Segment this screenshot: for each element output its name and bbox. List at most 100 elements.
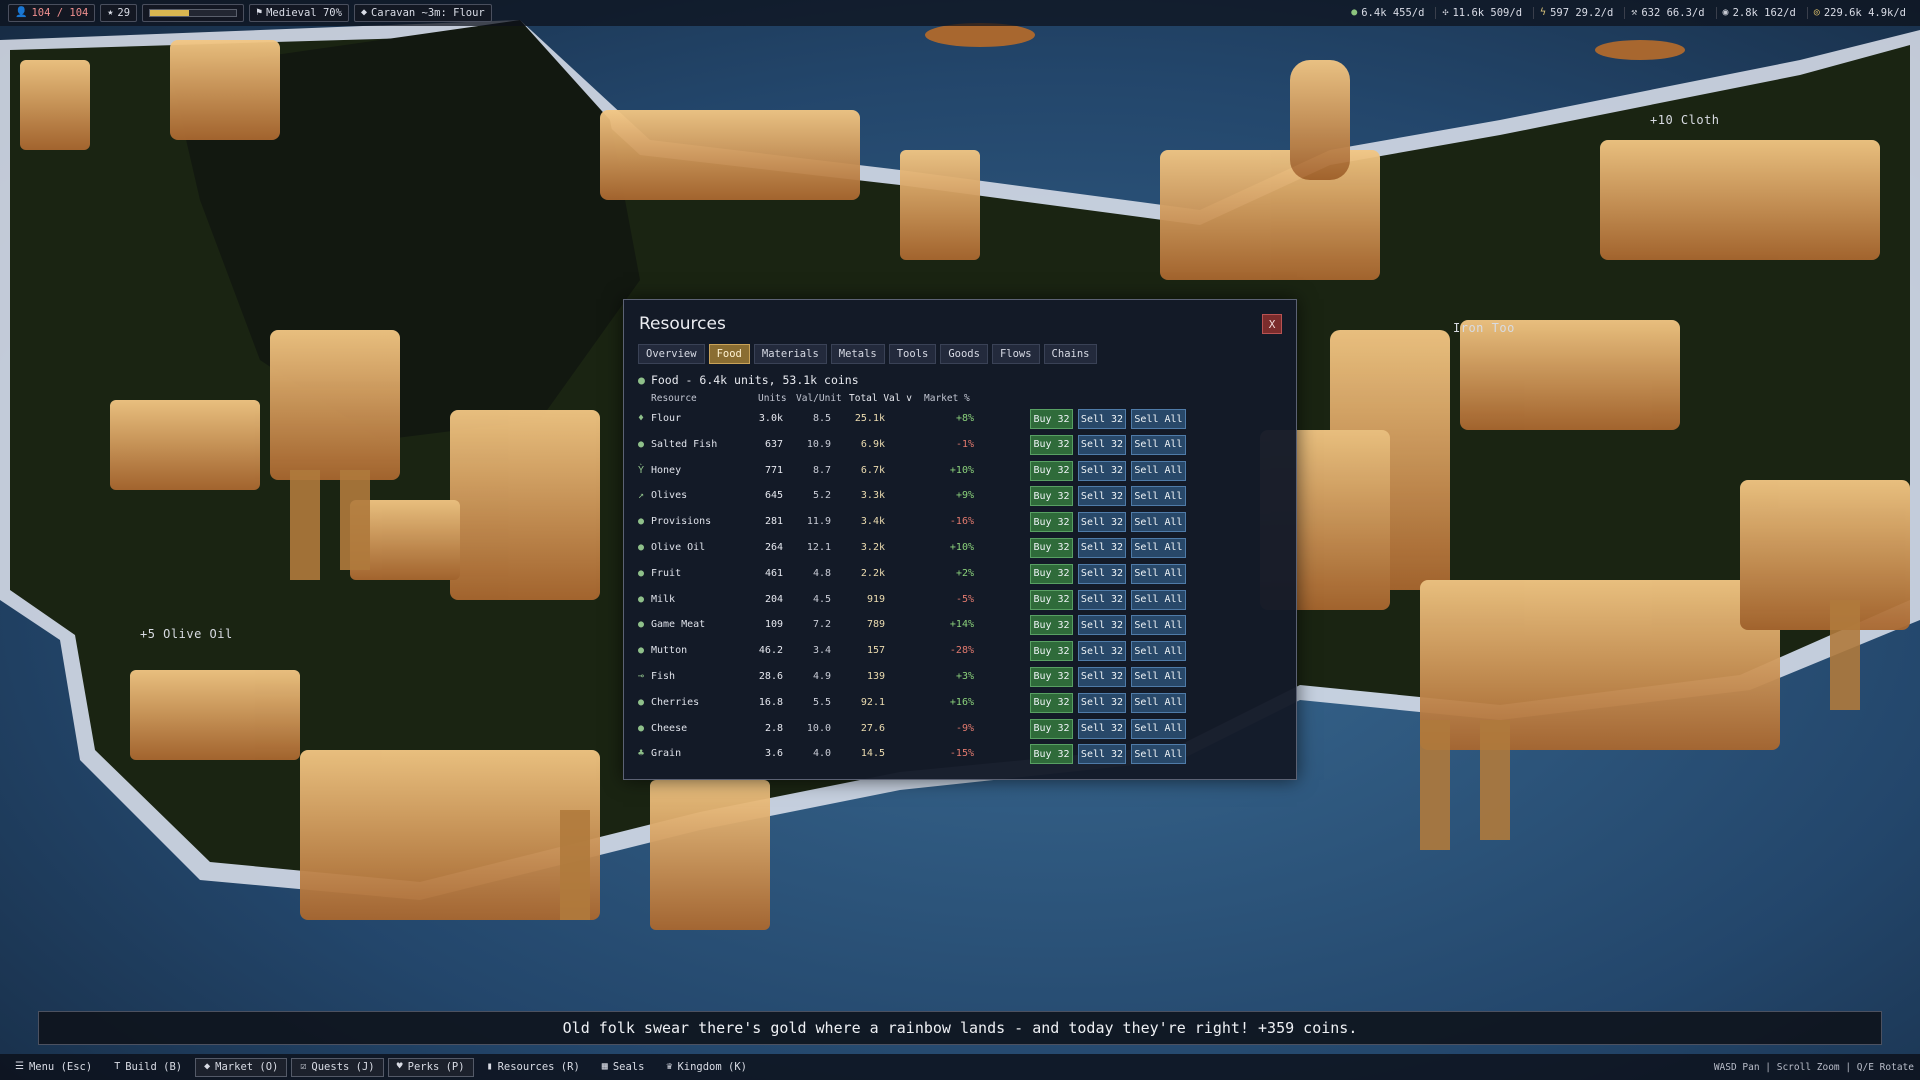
sell-button[interactable]: Sell 32	[1078, 666, 1126, 687]
resource-row: ● Mutton 46.2 3.4 157 -28% Buy 32 Sell 32 Sell A…	[638, 640, 1278, 666]
tab-tools[interactable]: Tools	[888, 344, 937, 364]
tab-flows[interactable]: Flows	[991, 344, 1040, 364]
caravan-value: Caravan ~3m: Flour	[370, 7, 485, 19]
column-header-units[interactable]: Units	[758, 393, 787, 404]
buy-button[interactable]: Buy 32	[1030, 460, 1073, 481]
menu-button[interactable]: ☰ Menu (Esc)	[6, 1058, 101, 1077]
resource-name: Cheese	[651, 722, 688, 734]
sell-all-button[interactable]: Sell All	[1131, 692, 1186, 713]
resource-name: Honey	[651, 464, 682, 476]
population-value: 104 / 104	[31, 7, 89, 19]
flag-icon: ⚑	[256, 7, 263, 18]
column-header-market[interactable]: Market %	[924, 393, 970, 404]
buy-button[interactable]: Buy 32	[1030, 641, 1073, 662]
sell-button[interactable]: Sell 32	[1078, 718, 1126, 739]
buy-button[interactable]: Buy 32	[1030, 666, 1073, 687]
heart-icon: ♥	[396, 1061, 403, 1072]
buy-button[interactable]: Buy 32	[1030, 718, 1073, 739]
sell-all-button[interactable]: Sell All	[1131, 589, 1186, 610]
resource-market-change: +10%	[949, 464, 974, 476]
resource-row: ● Provisions 281 11.9 3.4k -16% Buy 32 Sell 32 S…	[638, 511, 1278, 537]
sell-all-button[interactable]: Sell All	[1131, 615, 1186, 636]
sell-all-button[interactable]: Sell All	[1131, 512, 1186, 533]
resource-market-change: +16%	[949, 696, 974, 708]
market-button[interactable]: ◆ Market (O)	[195, 1057, 288, 1077]
kingdom-button[interactable]: ♛ Kingdom (K)	[657, 1058, 756, 1077]
tab-goods[interactable]: Goods	[940, 344, 988, 364]
food-icon: ●	[1351, 7, 1358, 18]
sell-button[interactable]: Sell 32	[1078, 615, 1126, 636]
resource-stat[interactable]: ϟ 597 29.2/d	[1533, 7, 1619, 19]
perks-button[interactable]: ♥ Perks (P)	[387, 1057, 474, 1077]
buy-button[interactable]: Buy 32	[1030, 744, 1073, 765]
resource-units: 46.2	[758, 645, 783, 657]
buy-button[interactable]: Buy 32	[1030, 615, 1073, 636]
buy-button[interactable]: Buy 32	[1030, 692, 1073, 713]
resource-stat[interactable]: ● 6.4k 455/d	[1345, 7, 1430, 19]
resources-button[interactable]: ▮ Resources (R)	[478, 1058, 589, 1077]
resource-row: ● Cherries 16.8 5.5 92.1 +16% Buy 32 Sell 32 Sel…	[638, 692, 1278, 718]
sell-button[interactable]: Sell 32	[1078, 641, 1126, 662]
resource-value-per-unit: 5.5	[812, 696, 831, 708]
era-indicator[interactable]: ⚑ Medieval 70%	[249, 4, 349, 22]
sell-button[interactable]: Sell 32	[1078, 434, 1126, 455]
seals-button[interactable]: ▦ Seals	[593, 1058, 654, 1077]
buy-button[interactable]: Buy 32	[1030, 589, 1073, 610]
stars-counter[interactable]: ★ 29	[100, 4, 138, 22]
resource-stat[interactable]: ◎ 229.6k 4.9k/d	[1806, 7, 1912, 19]
sell-button[interactable]: Sell 32	[1078, 460, 1126, 481]
caravan-indicator[interactable]: ◆ Caravan ~3m: Flour	[353, 4, 492, 22]
resource-row: Ỳ Honey 771 8.7 6.7k +10% Buy 32 Sell 32 Sell Al…	[638, 460, 1278, 486]
sell-button[interactable]: Sell 32	[1078, 512, 1126, 533]
buy-button[interactable]: Buy 32	[1030, 563, 1073, 584]
cherries-icon: ●	[638, 696, 645, 708]
resource-name: Game Meat	[651, 619, 706, 631]
sell-all-button[interactable]: Sell All	[1131, 563, 1186, 584]
sell-button[interactable]: Sell 32	[1078, 537, 1126, 558]
sell-button[interactable]: Sell 32	[1078, 589, 1126, 610]
build-button[interactable]: T Build (B)	[105, 1058, 191, 1077]
sell-all-button[interactable]: Sell All	[1131, 641, 1186, 662]
goods-icon: ◉	[1722, 7, 1729, 18]
quests-button[interactable]: ☑ Quests (J)	[291, 1057, 384, 1077]
sell-all-button[interactable]: Sell All	[1131, 460, 1186, 481]
close-button[interactable]: X	[1262, 314, 1282, 334]
buy-button[interactable]: Buy 32	[1030, 434, 1073, 455]
tab-overview[interactable]: Overview	[638, 344, 705, 364]
population-counter[interactable]: 👤 104 / 104	[8, 4, 96, 22]
sell-all-button[interactable]: Sell All	[1131, 409, 1186, 429]
resource-value-per-unit: 10.0	[806, 722, 831, 734]
chart-icon: ▮	[486, 1061, 493, 1072]
sell-button[interactable]: Sell 32	[1078, 409, 1126, 429]
resource-row: ● Game Meat 109 7.2 789 +14% Buy 32 Sell 32 Sell…	[638, 614, 1278, 640]
sell-all-button[interactable]: Sell All	[1131, 434, 1186, 455]
resource-stat[interactable]: ✣ 11.6k 509/d	[1435, 7, 1528, 19]
sell-button[interactable]: Sell 32	[1078, 563, 1126, 584]
resource-stat[interactable]: ◉ 2.8k 162/d	[1715, 7, 1802, 19]
sell-all-button[interactable]: Sell All	[1131, 486, 1186, 507]
sell-button[interactable]: Sell 32	[1078, 486, 1126, 507]
resource-total-value: 3.3k	[860, 490, 885, 502]
column-header-resource[interactable]: Resource	[651, 393, 697, 404]
tab-materials[interactable]: Materials	[753, 344, 827, 364]
materials-icon: ✣	[1442, 7, 1449, 18]
sell-all-button[interactable]: Sell All	[1131, 718, 1186, 739]
sell-all-button[interactable]: Sell All	[1131, 666, 1186, 687]
tab-metals[interactable]: Metals	[830, 344, 885, 364]
tab-food[interactable]: Food	[708, 344, 750, 364]
resource-row: ♦ Flour 3.0k 8.5 25.1k +8% Buy 32 Sell 32 Sell A…	[638, 408, 1278, 434]
sell-button[interactable]: Sell 32	[1078, 692, 1126, 713]
resource-name: Fish	[651, 670, 676, 682]
column-header-val-unit[interactable]: Val/Unit	[796, 393, 842, 404]
sell-button[interactable]: Sell 32	[1078, 744, 1126, 765]
sell-all-button[interactable]: Sell All	[1131, 744, 1186, 765]
buy-button[interactable]: Buy 32	[1030, 537, 1073, 558]
buy-button[interactable]: Buy 32	[1030, 512, 1073, 533]
tab-chains[interactable]: Chains	[1043, 344, 1098, 364]
toolbar-button-label: Quests (J)	[311, 1061, 375, 1073]
buy-button[interactable]: Buy 32	[1030, 409, 1073, 429]
resource-stat[interactable]: ⚒ 632 66.3/d	[1624, 7, 1710, 19]
buy-button[interactable]: Buy 32	[1030, 486, 1073, 507]
column-header-total-val[interactable]: Total Val v	[849, 393, 912, 404]
sell-all-button[interactable]: Sell All	[1131, 537, 1186, 558]
